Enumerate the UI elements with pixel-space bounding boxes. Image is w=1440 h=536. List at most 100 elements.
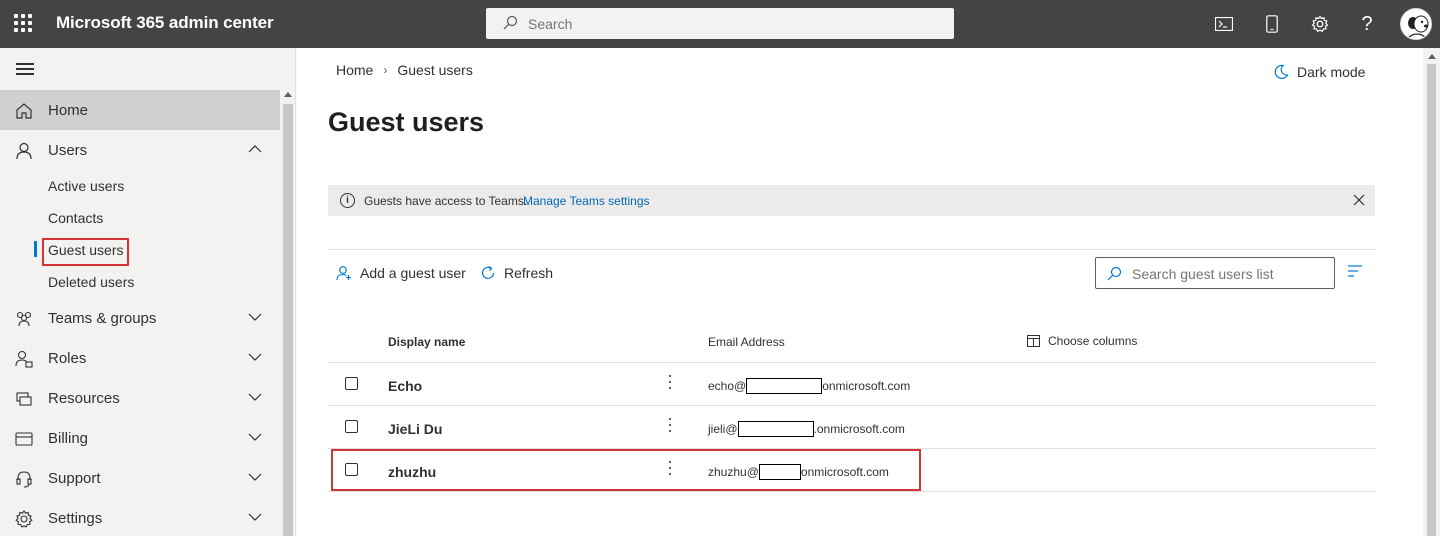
mobile-icon[interactable] bbox=[1260, 12, 1284, 36]
top-bar: Microsoft 365 admin center ? bbox=[0, 0, 1440, 48]
waffle-icon[interactable] bbox=[14, 14, 32, 32]
people-icon bbox=[16, 311, 32, 327]
main-content: Home › Guest users Dark mode Guest users… bbox=[297, 48, 1423, 536]
close-icon[interactable] bbox=[1352, 193, 1366, 207]
table-row[interactable]: JieLi Du jieli@ .onmicrosoft.com bbox=[328, 406, 1375, 449]
roles-icon bbox=[15, 350, 33, 368]
chevron-right-icon: › bbox=[383, 63, 388, 77]
main-scrollbar[interactable] bbox=[1423, 48, 1440, 536]
redaction-box bbox=[737, 421, 814, 437]
nav-sub-deleted-users[interactable]: Deleted users bbox=[48, 274, 134, 294]
home-icon bbox=[16, 103, 32, 119]
email-prefix: jieli@ bbox=[708, 422, 738, 436]
nav-item-users[interactable]: Users bbox=[0, 130, 280, 170]
nav-item-settings[interactable]: Settings bbox=[0, 498, 280, 536]
app-title[interactable]: Microsoft 365 admin center bbox=[56, 13, 274, 33]
more-options-icon[interactable] bbox=[668, 418, 672, 436]
nav-item-home[interactable]: Home bbox=[0, 90, 280, 130]
row-highlight-annotation bbox=[331, 449, 921, 491]
active-indicator bbox=[34, 241, 37, 257]
left-nav: Home Users Active users Contacts Guest u… bbox=[0, 48, 296, 536]
hamburger-icon[interactable] bbox=[16, 63, 34, 75]
chevron-up-icon bbox=[248, 145, 262, 153]
nav-label-teams-groups: Teams & groups bbox=[48, 310, 157, 327]
help-icon[interactable]: ? bbox=[1355, 12, 1379, 36]
dark-mode-toggle[interactable]: Dark mode bbox=[1273, 64, 1365, 80]
nav-item-support[interactable]: Support bbox=[0, 458, 280, 498]
nav-label-users: Users bbox=[48, 142, 88, 159]
nav-item-billing[interactable]: Billing bbox=[0, 418, 280, 458]
guest-search-box[interactable] bbox=[1095, 257, 1335, 289]
email-prefix: echo@ bbox=[708, 379, 747, 393]
scroll-up-arrow[interactable] bbox=[284, 92, 292, 97]
nav-label-support: Support bbox=[48, 470, 101, 487]
nav-label-roles: Roles bbox=[48, 350, 87, 367]
columns-icon bbox=[1027, 335, 1040, 347]
search-icon bbox=[1107, 266, 1122, 281]
table-row[interactable]: Echo echo@ onmicrosoft.com bbox=[328, 363, 1375, 406]
search-input[interactable] bbox=[528, 14, 928, 34]
global-search[interactable] bbox=[486, 8, 954, 39]
gear-icon bbox=[15, 510, 33, 528]
refresh-label: Refresh bbox=[504, 265, 554, 281]
info-bar: i Guests have access to Teams. Manage Te… bbox=[328, 185, 1375, 216]
headset-icon bbox=[16, 471, 32, 488]
row-checkbox[interactable] bbox=[345, 420, 358, 433]
row-checkbox[interactable] bbox=[345, 377, 358, 390]
add-guest-button[interactable]: Add a guest user bbox=[336, 262, 466, 284]
choose-columns-label: Choose columns bbox=[1048, 334, 1138, 348]
nav-item-teams-groups[interactable]: Teams & groups bbox=[0, 298, 280, 338]
nav-sub-guest-users[interactable]: Guest users bbox=[42, 238, 130, 266]
add-guest-label: Add a guest user bbox=[360, 265, 466, 281]
filter-icon[interactable] bbox=[1347, 264, 1363, 278]
resources-icon bbox=[16, 392, 32, 406]
row-email: jieli@ .onmicrosoft.com bbox=[708, 421, 905, 437]
nav-item-roles[interactable]: Roles bbox=[0, 338, 280, 378]
manage-teams-link[interactable]: Manage Teams settings bbox=[523, 194, 650, 208]
row-display-name[interactable]: Echo bbox=[388, 378, 422, 394]
breadcrumb: Home › Guest users bbox=[336, 62, 473, 78]
person-icon bbox=[16, 142, 32, 160]
chevron-down-icon bbox=[248, 353, 262, 361]
terminal-icon[interactable] bbox=[1212, 12, 1236, 36]
chevron-down-icon bbox=[248, 393, 262, 401]
nav-label-billing: Billing bbox=[48, 430, 89, 447]
nav-label-resources: Resources bbox=[48, 390, 120, 407]
dark-mode-label: Dark mode bbox=[1297, 64, 1366, 80]
choose-columns-button[interactable]: Choose columns bbox=[1027, 334, 1137, 348]
row-email: echo@ onmicrosoft.com bbox=[708, 378, 910, 394]
nav-item-resources[interactable]: Resources bbox=[0, 378, 280, 418]
breadcrumb-home[interactable]: Home bbox=[336, 62, 373, 78]
scroll-thumb[interactable] bbox=[283, 104, 293, 536]
search-icon bbox=[503, 15, 518, 30]
guest-search-input[interactable] bbox=[1132, 265, 1328, 283]
column-display-name[interactable]: Display name bbox=[388, 335, 465, 349]
refresh-button[interactable]: Refresh bbox=[480, 262, 553, 284]
chevron-down-icon bbox=[248, 513, 262, 521]
row-display-name[interactable]: JieLi Du bbox=[388, 421, 442, 437]
scroll-up-arrow[interactable] bbox=[1428, 54, 1436, 59]
nav-label-home: Home bbox=[48, 102, 89, 119]
divider bbox=[328, 249, 1375, 250]
email-suffix: .onmicrosoft.com bbox=[813, 422, 905, 436]
avatar[interactable] bbox=[1400, 8, 1432, 40]
nav-sub-active-users[interactable]: Active users bbox=[48, 178, 124, 198]
nav-sub-contacts[interactable]: Contacts bbox=[48, 210, 103, 230]
redaction-box bbox=[746, 378, 823, 394]
info-message: Guests have access to Teams. bbox=[364, 194, 528, 208]
nav-scrollbar[interactable] bbox=[280, 88, 295, 536]
info-icon: i bbox=[340, 193, 355, 208]
billing-icon bbox=[15, 432, 33, 446]
page-title: Guest users bbox=[328, 107, 485, 137]
scroll-thumb[interactable] bbox=[1427, 64, 1436, 536]
moon-icon bbox=[1274, 64, 1289, 79]
refresh-icon bbox=[481, 266, 495, 279]
chevron-down-icon bbox=[248, 433, 262, 441]
nav-label-settings: Settings bbox=[48, 510, 103, 527]
add-person-icon bbox=[336, 266, 351, 281]
column-email-address[interactable]: Email Address bbox=[708, 335, 785, 349]
breadcrumb-current: Guest users bbox=[397, 62, 473, 78]
more-options-icon[interactable] bbox=[668, 375, 672, 393]
gear-icon[interactable] bbox=[1308, 12, 1332, 36]
chevron-down-icon bbox=[248, 473, 262, 481]
